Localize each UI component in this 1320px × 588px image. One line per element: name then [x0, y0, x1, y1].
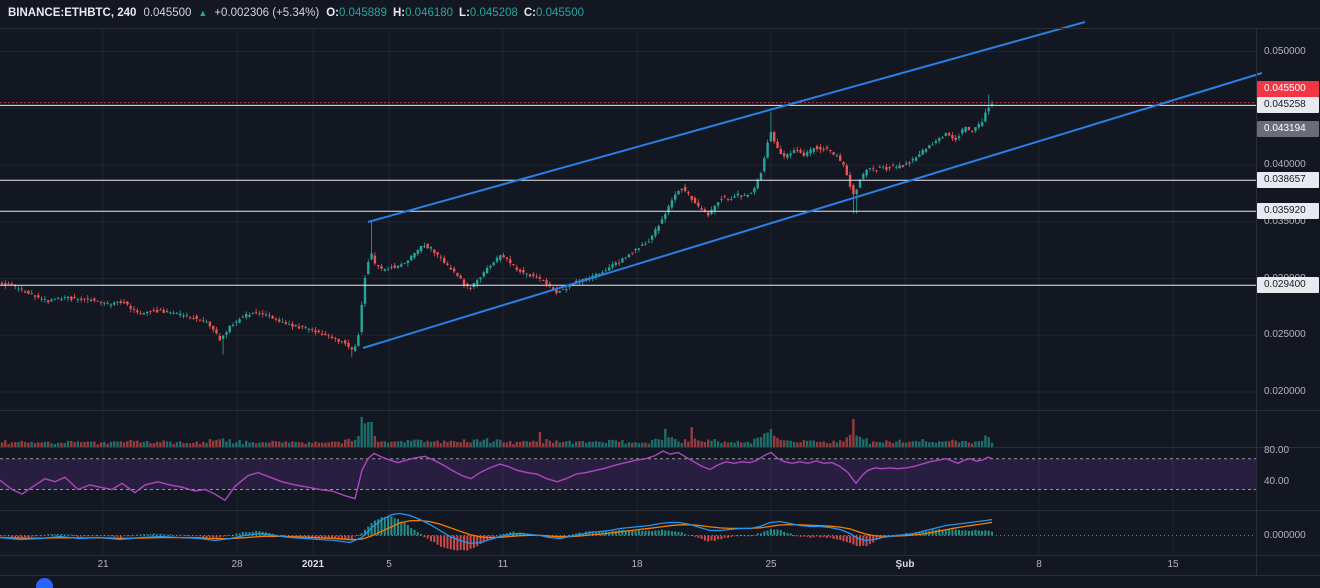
up-arrow-icon: ▲ [198, 8, 207, 18]
price-axis-label: 0.020000 [1257, 385, 1320, 399]
time-axis-label: 15 [1167, 559, 1178, 570]
time-axis-label: 2021 [302, 559, 324, 570]
trend-channel-lines[interactable] [363, 22, 1262, 348]
price-badge-light: 0.035920 [1257, 203, 1319, 219]
open-value: 0.045889 [339, 7, 387, 19]
price-badge-gray: 0.043194 [1257, 121, 1319, 137]
low-value: 0.045208 [470, 7, 518, 19]
time-axis-label: Şub [896, 559, 915, 570]
time-axis-label: 11 [498, 559, 508, 570]
high-value: 0.046180 [405, 7, 453, 19]
time-axis-label: 18 [631, 559, 642, 570]
chart-canvas[interactable] [0, 0, 1320, 588]
ohlc-values: O:0.045889 H:0.046180 L:0.045208 C:0.045… [326, 7, 584, 19]
macd-histogram [1, 516, 993, 550]
time-axis-label: 25 [765, 559, 776, 570]
price-badge-light: 0.045258 [1257, 97, 1319, 113]
symbol-title[interactable]: BINANCE:ETHBTC, 240 [8, 7, 136, 19]
close-value: 0.045500 [536, 7, 584, 19]
rsi-axis-label: 40.00 [1257, 475, 1320, 489]
high-label: H: [393, 7, 405, 19]
price-axis-label: 0.025000 [1257, 328, 1320, 342]
time-axis-label: 28 [231, 559, 242, 570]
candles-series [1, 95, 993, 357]
price-badge-light: 0.038657 [1257, 172, 1319, 188]
tradingview-logo-icon[interactable] [36, 578, 53, 588]
time-axis-label: 5 [386, 559, 392, 570]
price-badge-light: 0.029400 [1257, 277, 1319, 293]
change-value: +0.002306 (+5.34%) [214, 7, 319, 19]
price-badge-red: 0.045500 [1257, 81, 1319, 97]
horizontal-level-lines[interactable] [0, 103, 1256, 286]
price-axis-label: 0.050000 [1257, 45, 1320, 59]
price-axis-label: 0.040000 [1257, 158, 1320, 172]
volume-series [1, 417, 993, 447]
close-label: C: [524, 7, 536, 19]
open-label: O: [326, 7, 339, 19]
rsi-pane [0, 459, 1256, 490]
macd-axis-label: 0.000000 [1257, 529, 1320, 543]
low-label: L: [459, 7, 470, 19]
symbol-legend[interactable]: BINANCE:ETHBTC, 240 0.045500 ▲ +0.002306… [8, 7, 584, 19]
pane-borders [0, 29, 1320, 576]
chart-window: BINANCE:ETHBTC, 240 0.045500 ▲ +0.002306… [0, 0, 1320, 588]
time-axis-label: 21 [97, 559, 108, 570]
time-axis-label: 8 [1036, 559, 1042, 570]
last-price-value: 0.045500 [143, 7, 191, 19]
rsi-axis-label: 80.00 [1257, 444, 1320, 458]
